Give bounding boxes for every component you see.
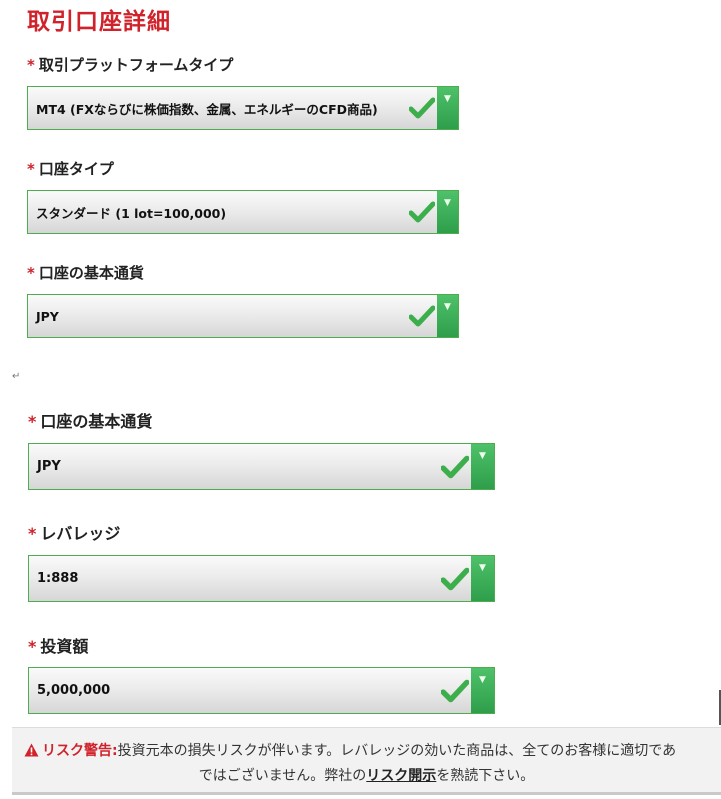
base-currency-select[interactable]: JPY ▼ [27,294,459,338]
select-value: スタンダード (1 lot=100,000) [36,205,227,221]
required-mark: * [28,412,37,431]
risk-line-1: リスク警告:投資元本の損失リスクが伴います。レバレッジの効いた商品は、全てのお客… [24,740,676,761]
risk-title: リスク警告 [42,743,112,759]
dropdown-toggle[interactable]: ▼ [471,444,494,489]
return-mark: ↵ [12,371,21,382]
select-value: 1:888 [37,571,79,586]
label-leverage: * レバレッジ [28,524,121,543]
required-mark: * [28,524,37,543]
dropdown-toggle[interactable]: ▼ [437,87,458,129]
check-icon [409,305,435,327]
triangle-down-icon: ▼ [479,451,486,461]
triangle-down-icon: ▼ [444,94,451,104]
risk-line-2: ではございません。弊社のリスク開示を熟読下さい。 [198,768,535,784]
risk-text: 投資元本の損失リスクが伴います。レバレッジの効いた商品は、全てのお客様に適切であ [117,743,677,759]
required-mark: * [27,160,35,178]
required-mark: * [28,637,37,656]
label-base-currency: * 口座の基本通貨 [27,264,144,282]
check-icon [441,679,469,703]
check-icon [409,201,435,223]
dropdown-toggle[interactable]: ▼ [437,295,458,337]
dropdown-toggle[interactable]: ▼ [471,556,494,601]
triangle-down-icon: ▼ [479,563,486,573]
select-value: MT4 (FXならびに株価指数、金属、エネルギーのCFD商品) [36,101,378,117]
triangle-down-icon: ▼ [479,675,486,685]
warning-triangle-icon [24,743,39,761]
label-platform-type: * 取引プラットフォームタイプ [27,56,234,74]
page-title: 取引口座詳細 [27,9,171,35]
check-icon [441,567,469,591]
investment-amount-select[interactable]: 5,000,000 ▼ [28,667,495,714]
required-mark: * [27,56,35,74]
select-value: 5,000,000 [37,683,111,698]
account-type-select[interactable]: スタンダード (1 lot=100,000) ▼ [27,190,459,234]
risk-warning-banner: リスク警告:投資元本の損失リスクが伴います。レバレッジの効いた商品は、全てのお客… [12,727,721,795]
check-icon [441,455,469,479]
label-investment-amount: * 投資額 [28,637,89,656]
select-value: JPY [36,308,59,324]
required-mark: * [27,264,35,282]
label-account-type: * 口座タイプ [27,160,114,178]
select-value: JPY [37,459,61,474]
triangle-down-icon: ▼ [444,198,451,208]
check-icon [409,97,435,119]
dropdown-toggle[interactable]: ▼ [437,191,458,233]
platform-type-select[interactable]: MT4 (FXならびに株価指数、金属、エネルギーのCFD商品) ▼ [27,86,459,130]
label-base-currency-2: * 口座の基本通貨 [28,412,153,431]
base-currency-select-2[interactable]: JPY ▼ [28,443,495,490]
leverage-select[interactable]: 1:888 ▼ [28,555,495,602]
triangle-down-icon: ▼ [444,302,451,312]
dropdown-toggle[interactable]: ▼ [471,668,494,713]
risk-disclosure-link[interactable]: リスク開示 [366,768,436,784]
